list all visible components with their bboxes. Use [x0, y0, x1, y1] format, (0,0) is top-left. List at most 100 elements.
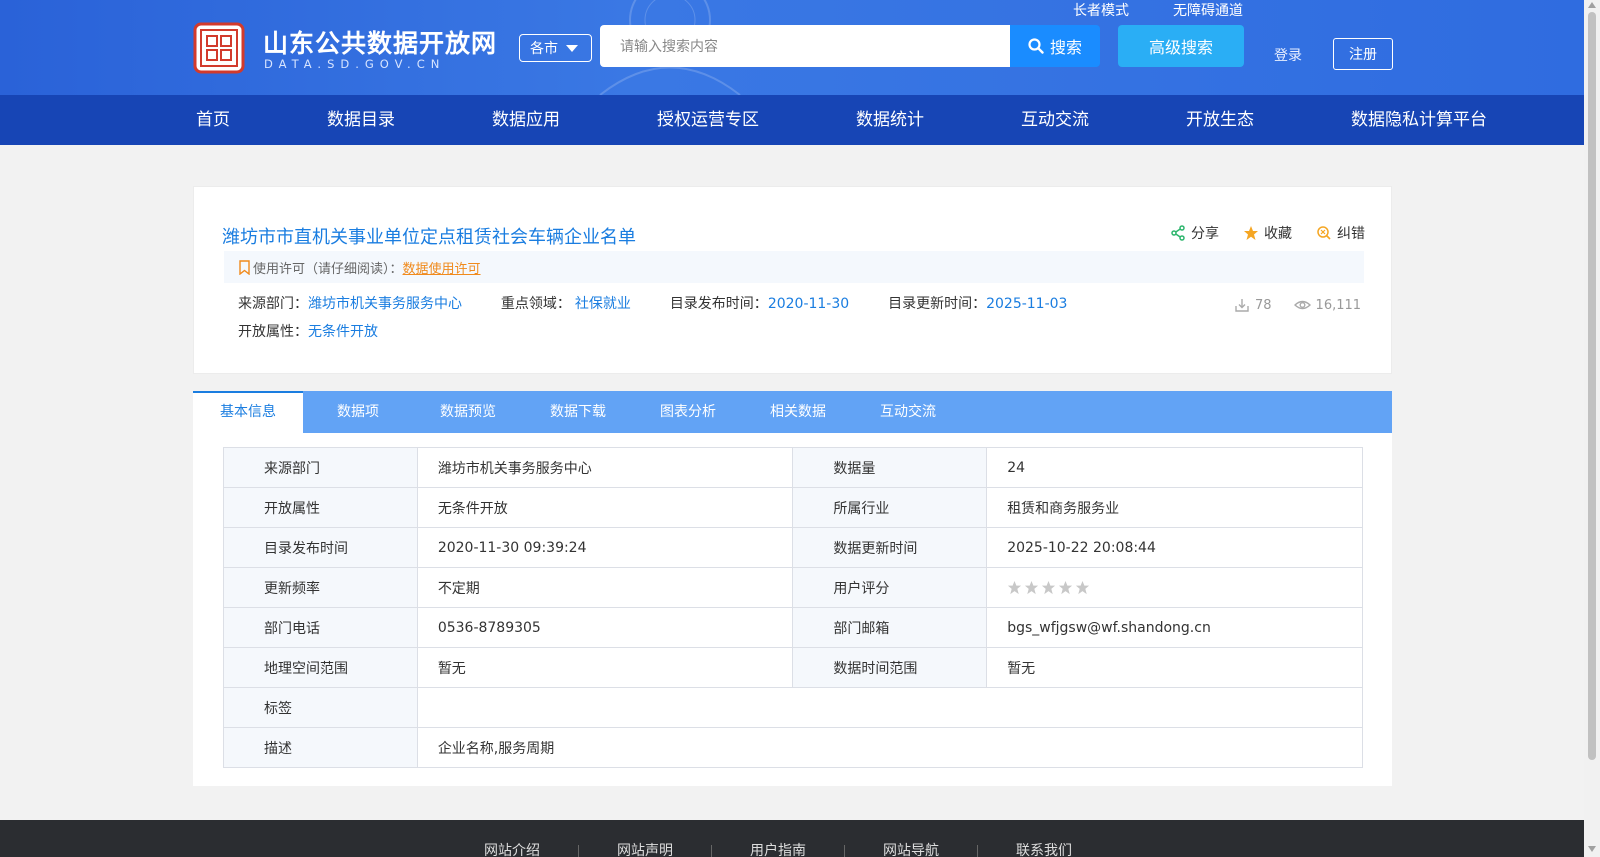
tab-data-items[interactable]: 数据项: [303, 391, 413, 433]
tab-interaction[interactable]: 互动交流: [853, 391, 963, 433]
scroll-down-arrow-icon[interactable]: [1588, 846, 1596, 852]
star-icon[interactable]: [1041, 580, 1056, 595]
star-icon[interactable]: [1024, 580, 1039, 595]
info-value: 暂无: [416, 647, 794, 688]
nav-item-catalog[interactable]: 数据目录: [327, 95, 395, 145]
footer-link-statement[interactable]: 网站声明: [579, 844, 712, 857]
download-count-value: 78: [1255, 297, 1272, 313]
update-value: 2025-11-03: [986, 296, 1068, 312]
nav-item-apps[interactable]: 数据应用: [492, 95, 560, 145]
table-row: 部门电话 0536-8789305 部门邮箱 bgs_wfjgsw@wf.sha…: [223, 607, 1363, 648]
top-links: 长者模式 无障碍通道: [1073, 0, 1243, 20]
advanced-search-button[interactable]: 高级搜索: [1118, 25, 1244, 67]
info-key: 用户评分: [792, 567, 988, 608]
open-label: 开放属性：: [238, 324, 308, 340]
detail-tabs: 基本信息 数据项 数据预览 数据下载 图表分析 相关数据 互动交流: [193, 391, 1392, 433]
register-button[interactable]: 注册: [1333, 38, 1393, 70]
dataset-counts: 78 16,111: [1234, 297, 1361, 313]
favorite-label: 收藏: [1264, 226, 1292, 242]
search-input[interactable]: [600, 25, 1010, 67]
description-key: 描述: [223, 727, 418, 768]
table-row: 目录发布时间 2020-11-30 09:39:24 数据更新时间 2025-1…: [223, 527, 1363, 568]
info-key: 部门电话: [223, 607, 418, 648]
city-select[interactable]: 各市: [519, 34, 592, 62]
footer-link-about[interactable]: 网站介绍: [484, 844, 579, 857]
footer-link-guide[interactable]: 用户指南: [712, 844, 845, 857]
star-icon: [1244, 226, 1258, 240]
correct-error-button[interactable]: 纠错: [1316, 223, 1365, 243]
tab-basic-info[interactable]: 基本信息: [193, 391, 303, 433]
info-key: 数据量: [792, 447, 988, 488]
site-logo-seal: [193, 22, 245, 74]
city-select-label: 各市: [530, 41, 558, 57]
tags-value: [416, 687, 1364, 728]
detail-panel: 基本信息 数据项 数据预览 数据下载 图表分析 相关数据 互动交流 来源部门 潍…: [193, 391, 1392, 786]
info-value: 24: [986, 447, 1363, 488]
nav-item-interaction[interactable]: 互动交流: [1021, 95, 1089, 145]
nav-item-home[interactable]: 首页: [196, 95, 230, 145]
nav-item-ecosystem[interactable]: 开放生态: [1186, 95, 1254, 145]
table-row: 更新频率 不定期 用户评分: [223, 567, 1363, 608]
table-row: 开放属性 无条件开放 所属行业 租赁和商务服务业: [223, 487, 1363, 528]
info-value: 0536-8789305: [416, 607, 794, 648]
open-value: 无条件开放: [308, 324, 378, 340]
star-icon[interactable]: [1075, 580, 1090, 595]
info-value: 无条件开放: [416, 487, 794, 528]
info-key: 来源部门: [223, 447, 418, 488]
tab-data-download[interactable]: 数据下载: [523, 391, 633, 433]
login-link[interactable]: 登录: [1274, 45, 1302, 65]
scroll-up-arrow-icon[interactable]: [1588, 2, 1596, 8]
site-domain: DATA.SD.GOV.CN: [264, 57, 446, 71]
license-link[interactable]: 数据使用许可: [403, 258, 481, 277]
share-label: 分享: [1191, 226, 1219, 242]
table-row: 标签: [223, 687, 1364, 728]
nav-item-statistics[interactable]: 数据统计: [856, 95, 924, 145]
favorite-button[interactable]: 收藏: [1243, 223, 1292, 243]
search-button[interactable]: 搜索: [1010, 25, 1100, 67]
info-key: 目录发布时间: [223, 527, 418, 568]
publish-label: 目录发布时间：: [669, 296, 768, 312]
elder-mode-link[interactable]: 长者模式: [1073, 0, 1129, 20]
license-prefix: 使用许可（请仔细阅读）：: [253, 261, 403, 277]
info-key: 部门邮箱: [792, 607, 988, 648]
bookmark-icon: [239, 259, 250, 275]
user-rating: [986, 567, 1363, 608]
page-scrollbar[interactable]: [1584, 0, 1600, 857]
star-icon[interactable]: [1058, 580, 1073, 595]
tab-data-preview[interactable]: 数据预览: [413, 391, 523, 433]
info-key: 所属行业: [792, 487, 988, 528]
source-value[interactable]: 潍坊市机关事务服务中心: [308, 296, 462, 312]
correct-error-label: 纠错: [1337, 226, 1365, 242]
table-row: 来源部门 潍坊市机关事务服务中心 数据量 24: [223, 447, 1363, 488]
share-button[interactable]: 分享: [1170, 223, 1219, 243]
footer-link-sitemap[interactable]: 网站导航: [845, 844, 978, 857]
publish-value: 2020-11-30: [767, 296, 850, 312]
dataset-actions: 分享 收藏 纠错: [1170, 223, 1365, 243]
error-search-icon: [1317, 226, 1331, 240]
scrollbar-thumb[interactable]: [1588, 12, 1596, 760]
footer-links: 网站介绍 网站声明 用户指南 网站导航 联系我们: [484, 844, 1110, 857]
info-key: 数据更新时间: [792, 527, 988, 568]
nav-item-privacy-computing[interactable]: 数据隐私计算平台: [1351, 95, 1487, 145]
accessibility-link[interactable]: 无障碍通道: [1173, 0, 1243, 20]
meta-row-1: 来源部门：潍坊市机关事务服务中心 重点领域： 社保就业 目录发布时间：2020-1…: [238, 293, 1067, 313]
share-icon: [1171, 225, 1185, 241]
update-label: 目录更新时间：: [888, 296, 987, 312]
tab-related-data[interactable]: 相关数据: [743, 391, 853, 433]
domain-value[interactable]: 社保就业: [575, 296, 631, 312]
info-value: 潍坊市机关事务服务中心: [416, 447, 794, 488]
site-name: 山东公共数据开放网: [263, 29, 498, 58]
info-value: 2025-10-22 20:08:44: [986, 527, 1363, 568]
main-nav: 首页 数据目录 数据应用 授权运营专区 数据统计 互动交流 开放生态 数据隐私计…: [0, 95, 1584, 145]
star-icon[interactable]: [1007, 580, 1022, 595]
info-value: 租赁和商务服务业: [986, 487, 1363, 528]
meta-row-2: 开放属性：无条件开放: [238, 321, 378, 341]
tab-chart-analysis[interactable]: 图表分析: [633, 391, 743, 433]
site-header: 山东公共数据开放网 DATA.SD.GOV.CN 长者模式 无障碍通道 各市 搜…: [0, 0, 1584, 95]
search-button-label: 搜索: [1049, 38, 1082, 57]
info-value: bgs_wfjgsw@wf.shandong.cn: [986, 607, 1363, 648]
info-key: 开放属性: [223, 487, 418, 528]
nav-item-authorized-ops[interactable]: 授权运营专区: [657, 95, 759, 145]
footer-link-contact[interactable]: 联系我们: [978, 844, 1110, 857]
download-icon: [1235, 299, 1249, 312]
